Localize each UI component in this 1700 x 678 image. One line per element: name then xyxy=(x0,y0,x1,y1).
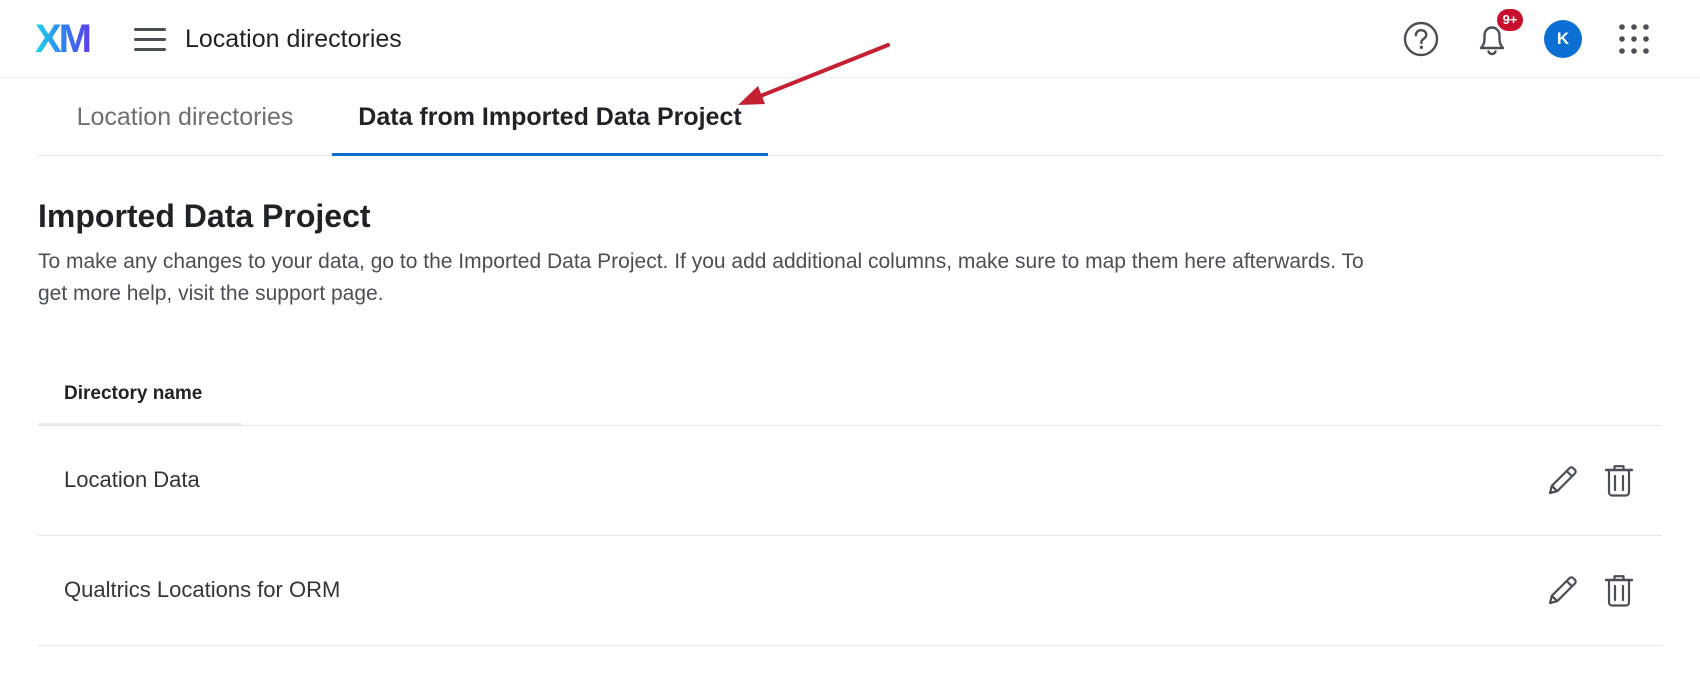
column-header-directory-name[interactable]: Directory name xyxy=(38,370,242,425)
notification-badge: 9+ xyxy=(1497,9,1523,31)
pencil-icon[interactable] xyxy=(1544,463,1580,499)
directory-name: Location Data xyxy=(64,467,200,492)
hamburger-menu-icon[interactable] xyxy=(134,24,168,54)
tab-data-from-imported-data-project[interactable]: Data from Imported Data Project xyxy=(332,78,768,156)
table-row[interactable]: Location Data xyxy=(38,426,1662,534)
top-navigation-bar: XM Location directories 9+ K xyxy=(0,0,1700,78)
tab-location-directories[interactable]: Location directories xyxy=(38,78,332,156)
app-title: Location directories xyxy=(185,25,402,53)
page-description: To make any changes to your data, go to … xyxy=(38,250,1364,305)
page-title: Imported Data Project xyxy=(38,198,371,234)
directory-name: Qualtrics Locations for ORM xyxy=(64,577,341,602)
user-avatar[interactable]: K xyxy=(1544,20,1582,58)
tab-bar: Location directories Data from Imported … xyxy=(38,78,1662,156)
apps-grid-icon[interactable] xyxy=(1617,22,1651,56)
trash-icon[interactable] xyxy=(1603,573,1635,609)
table-row[interactable]: Qualtrics Locations for ORM xyxy=(38,536,1662,644)
xm-logo-mark: XM xyxy=(35,17,93,61)
help-icon[interactable] xyxy=(1400,18,1442,60)
pencil-icon[interactable] xyxy=(1544,573,1580,609)
table-divider xyxy=(38,645,1662,646)
trash-icon[interactable] xyxy=(1603,463,1635,499)
xm-logo[interactable]: XM xyxy=(35,17,97,61)
logo-text: XM xyxy=(35,21,90,55)
